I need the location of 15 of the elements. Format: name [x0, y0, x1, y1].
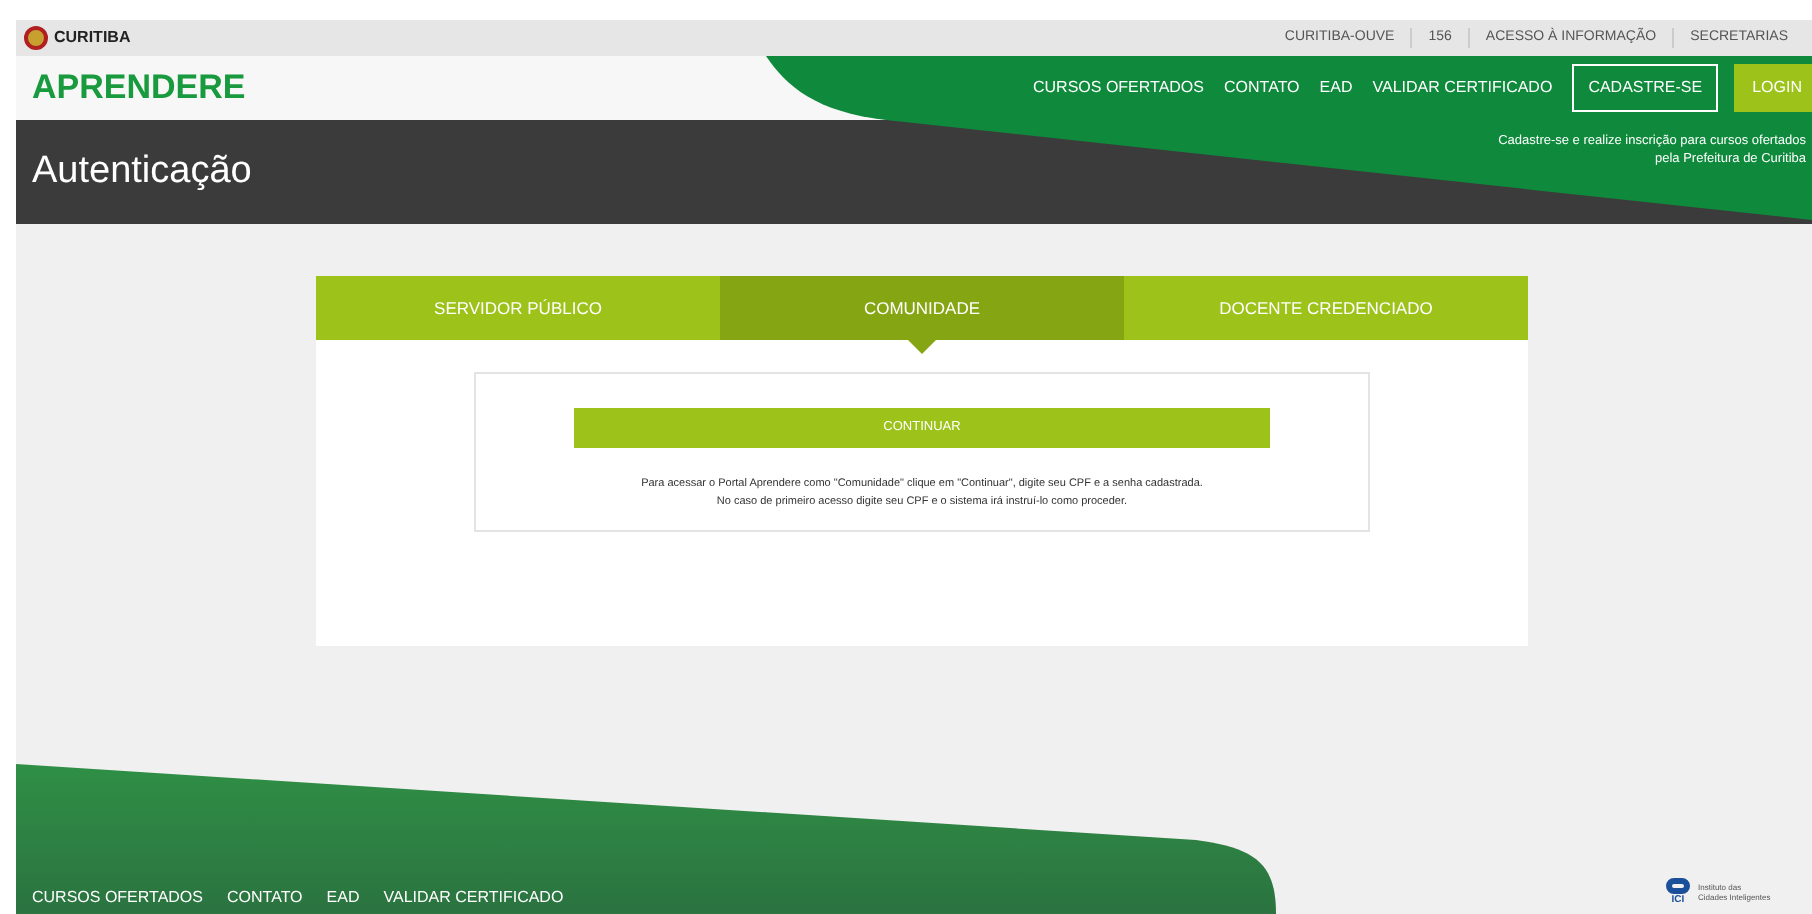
footer-link[interactable]: VALIDAR CERTIFICADO — [383, 886, 564, 910]
footer-link[interactable]: EAD — [326, 886, 360, 910]
site-logo[interactable]: APRENDERE — [32, 62, 246, 114]
nav-link[interactable]: EAD — [1319, 76, 1353, 100]
nav-link[interactable]: VALIDAR CERTIFICADO — [1372, 76, 1553, 100]
footer-link[interactable]: CURSOS OFERTADOS — [32, 886, 203, 910]
nav-link[interactable]: CONTATO — [1224, 76, 1300, 100]
page-title: Autenticação — [32, 147, 252, 196]
ici-swirl-icon — [1666, 878, 1690, 894]
crest-icon — [24, 26, 48, 50]
nav-link[interactable]: CURSOS OFERTADOS — [1033, 76, 1204, 100]
brand-name: CURITIBA — [54, 26, 131, 50]
tab-pointer-icon — [908, 340, 936, 354]
footer-link[interactable]: CONTATO — [227, 886, 303, 910]
register-button[interactable]: CADASTRE-SE — [1572, 64, 1719, 112]
